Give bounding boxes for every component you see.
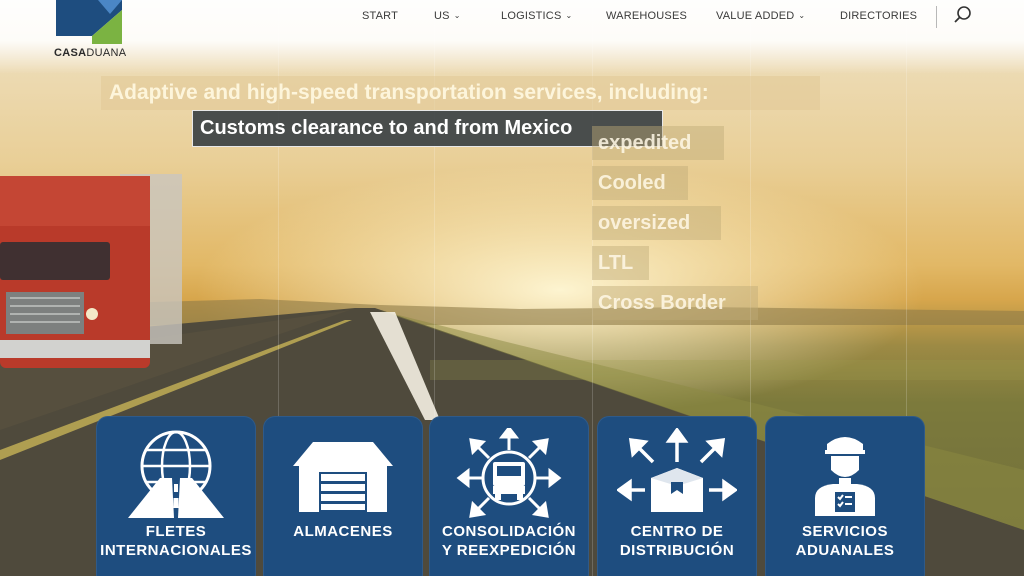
- chevron-down-icon: ⌄: [453, 11, 461, 20]
- site-header: CASADUANA START US ⌄ LOGISTICS ⌄ WAREHOUSE…: [0, 0, 1024, 74]
- card-label-line2: INTERNACIONALES: [100, 542, 252, 559]
- service-tag-ltl: LTL: [592, 246, 649, 280]
- nav-warehouses-label: WAREHOUSES: [606, 10, 688, 22]
- card-almacenes[interactable]: ALMACENES: [263, 416, 423, 576]
- nav-logistics[interactable]: LOGISTICS ⌄: [501, 10, 572, 24]
- nav-us[interactable]: US ⌄: [434, 10, 461, 24]
- search-icon[interactable]: [953, 5, 973, 25]
- service-tag-expedited: expedited: [592, 126, 724, 160]
- page: CASADUANA START US ⌄ LOGISTICS ⌄ WAREHOUSE…: [0, 0, 1024, 576]
- card-label-line2: ADUANALES: [795, 542, 895, 559]
- nav-warehouses[interactable]: WAREHOUSES: [606, 10, 687, 24]
- card-label-line1: CENTRO DE: [630, 523, 724, 540]
- card-servicios-aduanales[interactable]: SERVICIOS ADUANALES: [765, 416, 925, 576]
- truck-arrows-icon: [456, 428, 562, 518]
- nav-logistics-label: LOGISTICS: [501, 10, 562, 22]
- card-consolidacion[interactable]: CONSOLIDACIÓN Y REEXPEDICIÓN: [429, 416, 589, 576]
- card-label-line1: ALMACENES: [293, 523, 393, 540]
- box-arrows-icon: [617, 428, 737, 512]
- card-fletes-internacionales[interactable]: FLETES INTERNACIONALES: [96, 416, 256, 576]
- card-label-line1: SERVICIOS: [802, 523, 888, 540]
- nav-us-label: US: [434, 10, 450, 22]
- logo-text-light: DUANA: [86, 47, 127, 59]
- nav-value-added-label: VALUE ADDED: [716, 10, 795, 22]
- chevron-down-icon: ⌄: [798, 11, 806, 20]
- card-centro-distribucion[interactable]: CENTRO DE DISTRIBUCIÓN: [597, 416, 757, 576]
- nav-start-label: START: [362, 10, 399, 22]
- service-tag-oversized: oversized: [592, 206, 721, 240]
- logo-wordmark[interactable]: CASADUANA: [54, 47, 126, 59]
- nav-value-added[interactable]: VALUE ADDED ⌄: [716, 10, 805, 24]
- chevron-down-icon: ⌄: [565, 11, 573, 20]
- truck-image: [0, 174, 182, 368]
- warehouse-icon: [293, 442, 393, 512]
- hero-headline: Adaptive and high-speed transportation s…: [101, 76, 820, 110]
- logo-text-bold: CASA: [54, 47, 87, 59]
- nav-directories-label: DIRECTORIES: [840, 10, 918, 22]
- service-tag-cooled: Cooled: [592, 166, 688, 200]
- globe-road-icon: [128, 430, 224, 518]
- card-label-line2: Y REEXPEDICIÓN: [441, 542, 577, 559]
- nav-directories[interactable]: DIRECTORIES: [840, 10, 917, 24]
- card-label-line2: DISTRIBUCIÓN: [619, 542, 735, 559]
- service-tag-cross-border: Cross Border: [592, 286, 758, 320]
- card-label-line1: FLETES: [145, 523, 207, 540]
- nav-divider: [936, 6, 937, 28]
- nav-start[interactable]: START: [362, 10, 398, 24]
- customs-officer-icon: [815, 437, 875, 516]
- card-label-line1: CONSOLIDACIÓN: [442, 523, 576, 540]
